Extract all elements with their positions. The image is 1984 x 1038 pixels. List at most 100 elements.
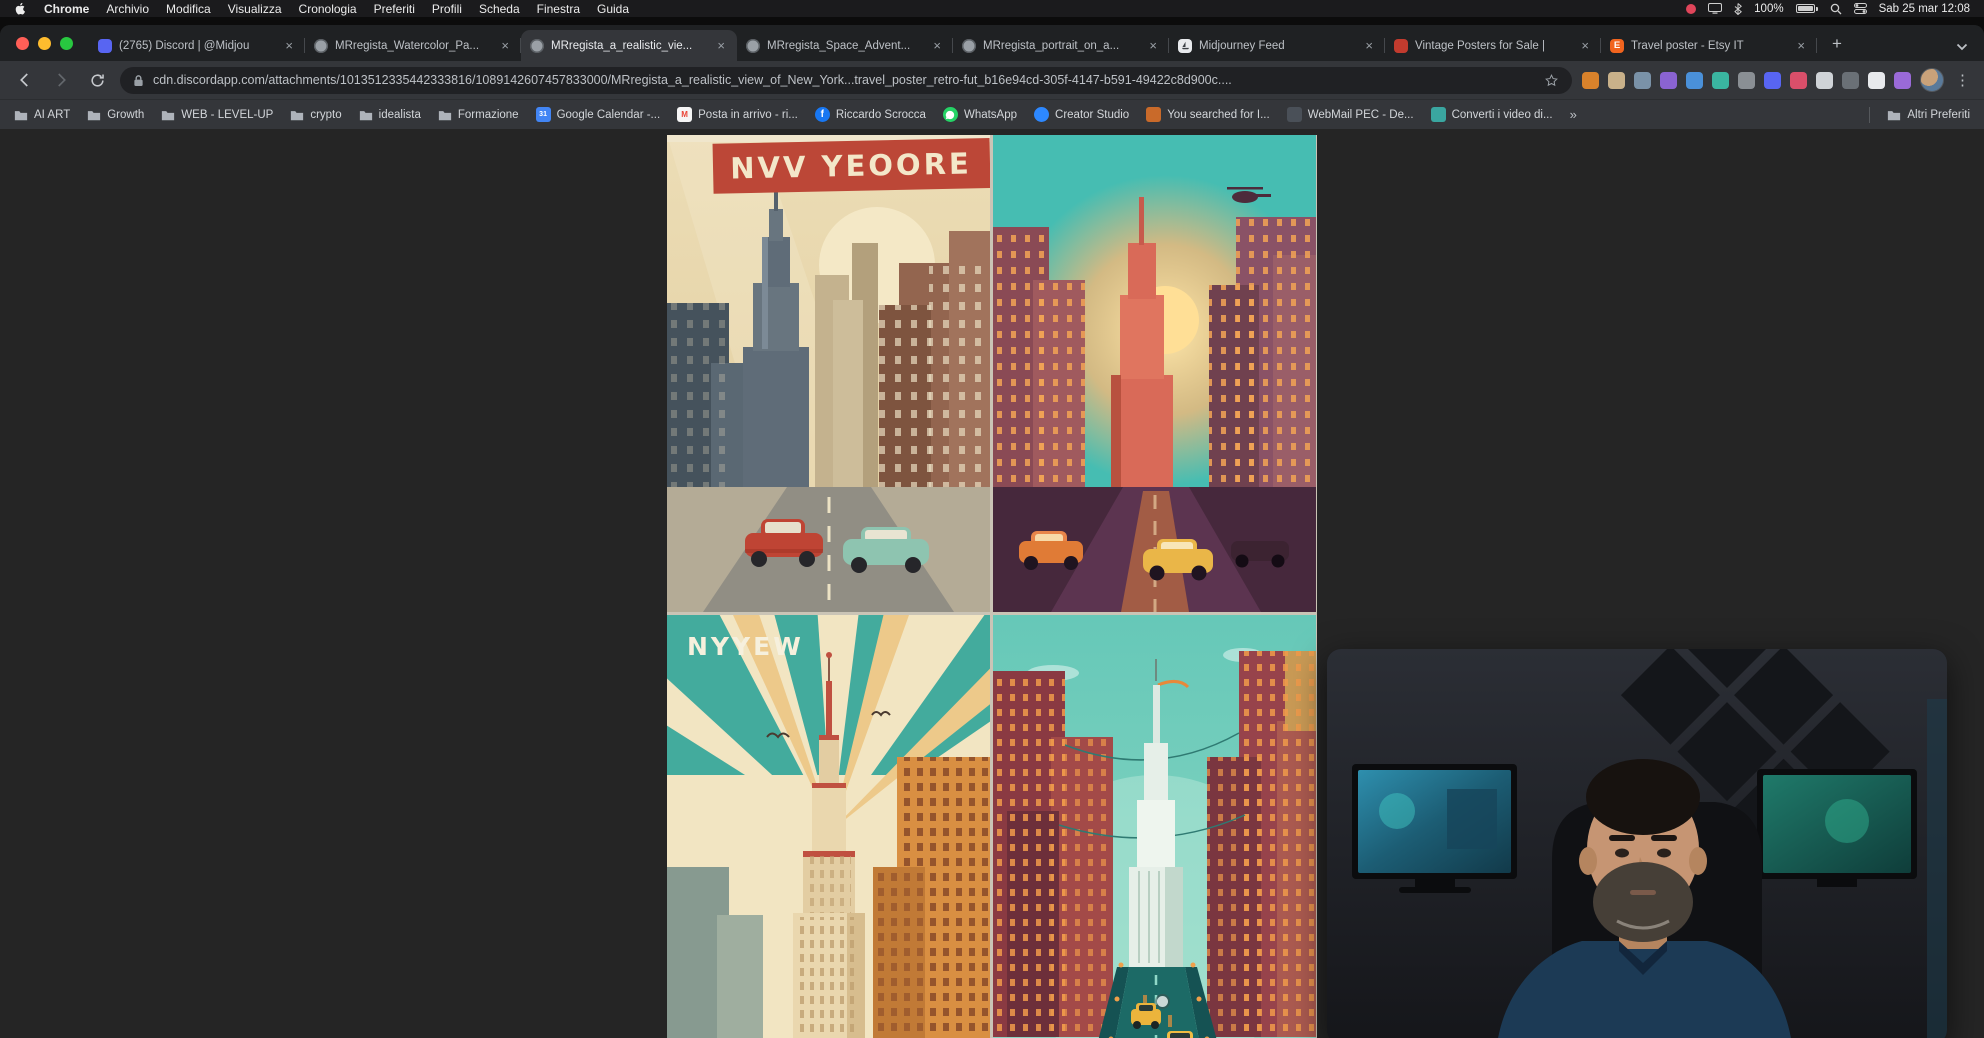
- poster-bottom-left: NYYEW: [667, 615, 990, 1038]
- minimize-window-button[interactable]: [38, 37, 51, 50]
- other-bookmarks-folder[interactable]: Altri Preferiti: [1887, 109, 1970, 121]
- etsy-favicon-icon: E: [1610, 39, 1624, 53]
- display-icon[interactable]: [1708, 3, 1722, 14]
- midjourney-image-grid[interactable]: NVV YEOORE: [667, 135, 1317, 1038]
- bookmark-label: Growth: [107, 109, 144, 121]
- extensions-row: ⋮: [1582, 68, 1972, 92]
- bookmark-google-calendar[interactable]: 31 Google Calendar -...: [536, 107, 661, 122]
- folder-icon: [14, 109, 28, 121]
- extension-icon[interactable]: [1608, 72, 1625, 89]
- extension-icon[interactable]: [1582, 72, 1599, 89]
- bookmark-whatsapp[interactable]: WhatsApp: [943, 107, 1017, 122]
- bookmark-creator-studio[interactable]: Creator Studio: [1034, 107, 1129, 122]
- extension-icon[interactable]: [1738, 72, 1755, 89]
- bookmark-folder-formazione[interactable]: Formazione: [438, 109, 519, 121]
- bookmark-webmail-pec[interactable]: WebMail PEC - De...: [1287, 107, 1414, 122]
- close-tab-icon[interactable]: ×: [498, 38, 512, 53]
- menu-app-name[interactable]: Chrome: [44, 2, 89, 16]
- right-monitor: [1757, 769, 1917, 887]
- tab-discord[interactable]: (2765) Discord | @Midjou ×: [89, 30, 305, 61]
- extension-icon[interactable]: [1634, 72, 1651, 89]
- bookmarks-overflow-chevron[interactable]: »: [1570, 107, 1577, 122]
- menu-item-cronologia[interactable]: Cronologia: [299, 2, 357, 16]
- bookmark-folder-ai-art[interactable]: AI ART: [14, 109, 70, 121]
- address-bar[interactable]: cdn.discordapp.com/attachments/101351233…: [120, 67, 1572, 94]
- tab-search-chevron-icon[interactable]: [1956, 43, 1968, 51]
- bookmark-facebook-profile[interactable]: f Riccardo Scrocca: [815, 107, 926, 122]
- chrome-window: (2765) Discord | @Midjou × MRregista_Wat…: [0, 25, 1984, 1038]
- forward-icon[interactable]: [48, 67, 74, 93]
- reload-icon[interactable]: [84, 67, 110, 93]
- tab-portrait-image[interactable]: MRregista_portrait_on_a... ×: [953, 30, 1169, 61]
- whatsapp-icon: [943, 107, 958, 122]
- bookmark-you-searched[interactable]: You searched for I...: [1146, 107, 1270, 122]
- close-tab-icon[interactable]: ×: [714, 38, 728, 53]
- close-tab-icon[interactable]: ×: [1146, 38, 1160, 53]
- tab-midjourney-feed[interactable]: Midjourney Feed ×: [1169, 30, 1385, 61]
- navigation-bar: cdn.discordapp.com/attachments/101351233…: [0, 61, 1984, 99]
- extension-icon[interactable]: [1660, 72, 1677, 89]
- ssl-lock-icon[interactable]: [133, 74, 144, 87]
- facebook-icon: f: [815, 107, 830, 122]
- webcam-scene: [1327, 649, 1947, 1038]
- menu-item-finestra[interactable]: Finestra: [537, 2, 580, 16]
- bookmark-star-icon[interactable]: [1544, 73, 1559, 88]
- close-tab-icon[interactable]: ×: [1362, 38, 1376, 53]
- extension-icon[interactable]: [1894, 72, 1911, 89]
- tab-etsy[interactable]: E Travel poster - Etsy IT ×: [1601, 30, 1817, 61]
- menu-item-preferiti[interactable]: Preferiti: [374, 2, 415, 16]
- folder-icon: [438, 109, 452, 121]
- extension-icon[interactable]: [1686, 72, 1703, 89]
- profile-avatar[interactable]: [1920, 68, 1944, 92]
- menu-item-profili[interactable]: Profili: [432, 2, 462, 16]
- bookmark-gmail-inbox[interactable]: M Posta in arrivo - ri...: [677, 107, 798, 122]
- battery-icon[interactable]: [1796, 4, 1818, 13]
- menu-item-archivio[interactable]: Archivio: [106, 2, 149, 16]
- apple-menu-icon[interactable]: [14, 2, 27, 15]
- bookmark-label: Posta in arrivo - ri...: [698, 109, 798, 121]
- menu-clock[interactable]: Sab 25 mar 12:08: [1879, 3, 1970, 15]
- bookmark-folder-idealista[interactable]: idealista: [359, 109, 421, 121]
- menu-item-modifica[interactable]: Modifica: [166, 2, 211, 16]
- extension-icon[interactable]: [1790, 72, 1807, 89]
- left-monitor: [1352, 764, 1517, 893]
- close-tab-icon[interactable]: ×: [1578, 38, 1592, 53]
- tab-realistic-view-active[interactable]: MRregista_a_realistic_vie... ×: [521, 30, 737, 61]
- menu-item-guida[interactable]: Guida: [597, 2, 629, 16]
- zoom-window-button[interactable]: [60, 37, 73, 50]
- bookmark-label: crypto: [310, 109, 341, 121]
- bluetooth-icon[interactable]: [1734, 3, 1742, 15]
- chrome-menu-icon[interactable]: ⋮: [1953, 71, 1972, 89]
- control-center-icon[interactable]: [1854, 3, 1867, 14]
- menu-status-area: 100% Sab 25 mar 12:08: [1686, 3, 1970, 15]
- close-tab-icon[interactable]: ×: [1794, 38, 1808, 53]
- new-tab-button[interactable]: +: [1824, 31, 1850, 57]
- extension-icon[interactable]: [1816, 72, 1833, 89]
- bookmark-video-converter[interactable]: Converti i video di...: [1431, 107, 1553, 122]
- spotlight-search-icon[interactable]: [1830, 3, 1842, 15]
- folder-icon: [161, 109, 175, 121]
- tab-vintage-posters[interactable]: Vintage Posters for Sale | ×: [1385, 30, 1601, 61]
- bookmark-folder-growth[interactable]: Growth: [87, 109, 144, 121]
- bookmark-label: Google Calendar -...: [557, 109, 661, 121]
- extension-icon[interactable]: [1842, 72, 1859, 89]
- tab-space-adventure-image[interactable]: MRregista_Space_Advent... ×: [737, 30, 953, 61]
- converter-icon: [1431, 107, 1446, 122]
- extension-icon[interactable]: [1712, 72, 1729, 89]
- mouse-cursor: [1157, 996, 1168, 1007]
- url-text[interactable]: cdn.discordapp.com/attachments/101351233…: [153, 73, 1535, 87]
- bookmark-folder-crypto[interactable]: crypto: [290, 109, 341, 121]
- poster-title-bottom-left: NYYEW: [687, 632, 804, 661]
- screen-record-icon[interactable]: [1686, 4, 1696, 14]
- close-tab-icon[interactable]: ×: [930, 38, 944, 53]
- tab-watercolor-image[interactable]: MRregista_Watercolor_Pa... ×: [305, 30, 521, 61]
- back-icon[interactable]: [12, 67, 38, 93]
- extension-icon[interactable]: [1764, 72, 1781, 89]
- menu-item-visualizza[interactable]: Visualizza: [228, 2, 282, 16]
- menu-item-scheda[interactable]: Scheda: [479, 2, 520, 16]
- extension-icon[interactable]: [1868, 72, 1885, 89]
- tab-label: Travel poster - Etsy IT: [1631, 40, 1787, 52]
- bookmark-folder-web-level-up[interactable]: WEB - LEVEL-UP: [161, 109, 273, 121]
- close-window-button[interactable]: [16, 37, 29, 50]
- close-tab-icon[interactable]: ×: [282, 38, 296, 53]
